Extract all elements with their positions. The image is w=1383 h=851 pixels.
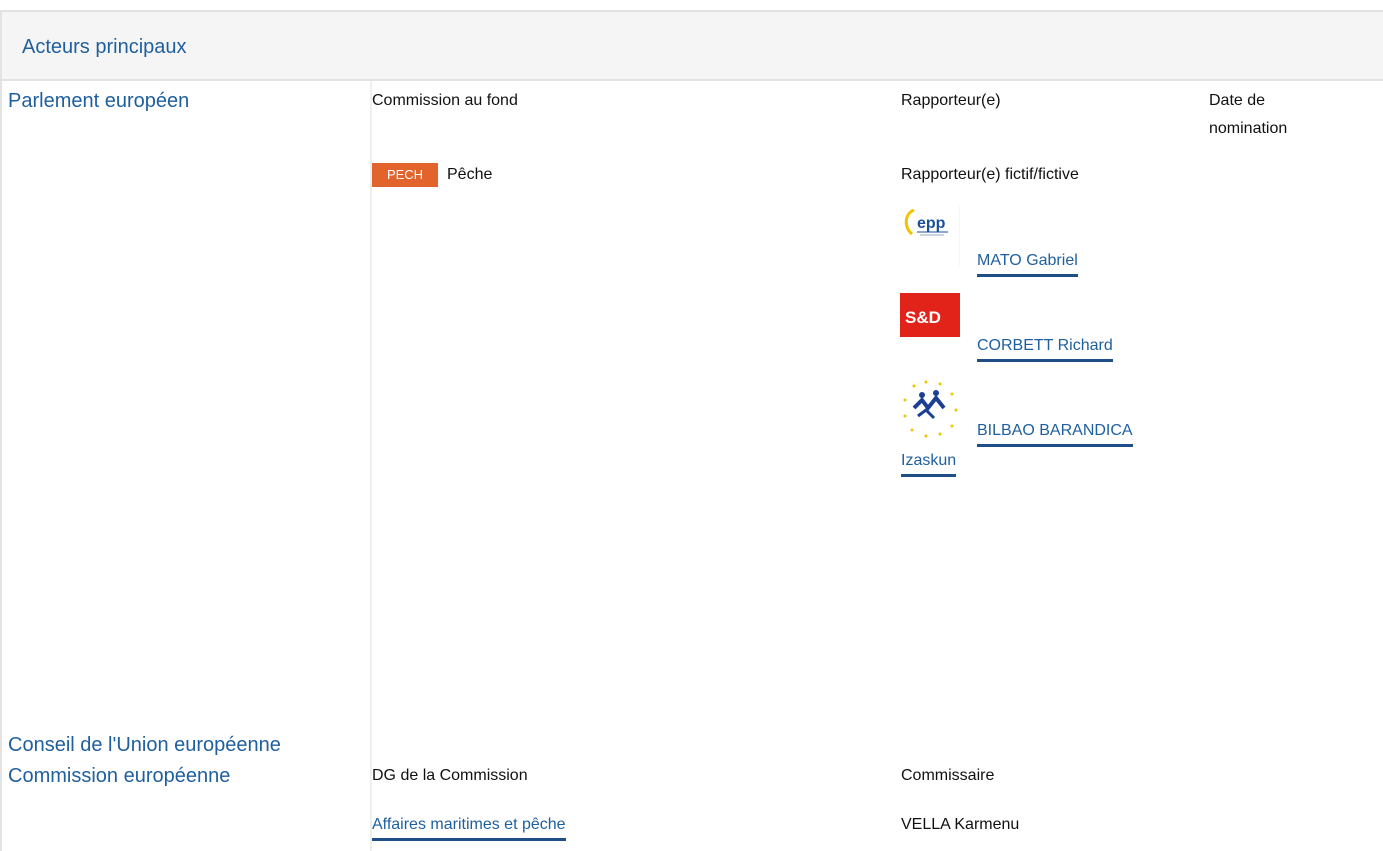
dg-link[interactable]: Affaires maritimes et pêche — [372, 814, 566, 841]
committee-name: Pêche — [447, 166, 493, 183]
shadow-rapporteur-link-line2[interactable]: Izaskun — [901, 450, 957, 477]
panel-title: Acteurs principaux — [22, 36, 187, 58]
details-area — [370, 81, 1383, 851]
col-header-commissioner: Commissaire — [901, 767, 995, 784]
shadow-rapporteur-link[interactable]: MATO Gabriel — [977, 250, 1078, 277]
col-header-date-line1: Date de — [1209, 92, 1266, 109]
svg-text:epp: epp — [917, 215, 946, 232]
col-header-date-line2: nomination — [1209, 120, 1288, 137]
shadow-rapporteur-label: Rapporteur(e) fictif/fictive — [901, 166, 1079, 183]
committee-tag: PECH — [372, 163, 438, 187]
section-conseil: Conseil de l'Union européenne — [8, 734, 281, 756]
alde-logo-icon — [900, 378, 960, 438]
col-header-committee: Commission au fond — [372, 92, 518, 109]
commissioner-name: VELLA Karmenu — [901, 816, 1020, 833]
shadow-rapporteur-link-line1[interactable]: BILBAO BARANDICA — [977, 420, 1133, 447]
epp-logo-icon: epp — [900, 206, 961, 266]
svg-text:S&D: S&D — [905, 308, 941, 327]
sd-logo-icon: S&D — [900, 293, 960, 353]
section-parlement: Parlement européen — [8, 90, 190, 112]
col-header-rapporteur: Rapporteur(e) — [901, 92, 1001, 109]
section-commission: Commission européenne — [8, 765, 231, 787]
shadow-rapporteur-link[interactable]: CORBETT Richard — [977, 335, 1113, 362]
col-header-dg: DG de la Commission — [372, 767, 528, 784]
panel-header — [2, 12, 1383, 81]
